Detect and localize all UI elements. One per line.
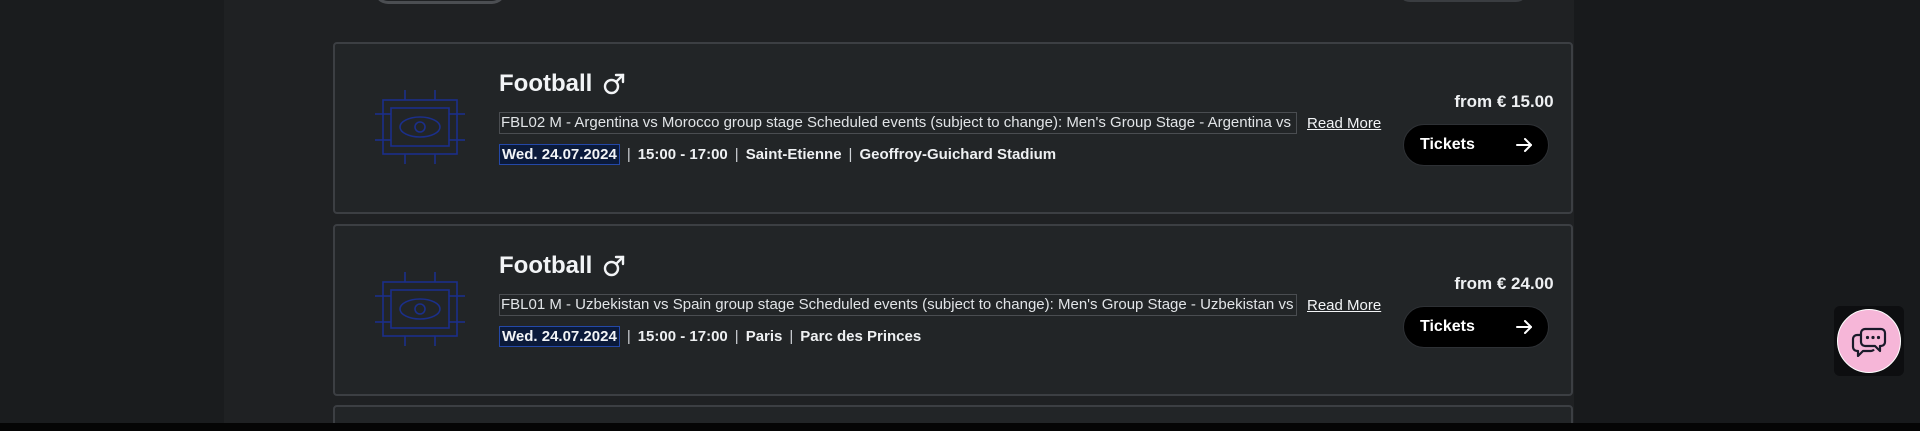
event-venue: Geoffroy-Guichard Stadium xyxy=(859,146,1057,163)
event-price: from € 24.00 xyxy=(1454,274,1554,293)
sport-title: Football xyxy=(499,252,593,279)
chat-widget xyxy=(1834,306,1904,376)
arrow-right-icon xyxy=(1516,138,1532,152)
tickets-label: Tickets xyxy=(1420,318,1475,335)
separator: | xyxy=(734,328,739,345)
chat-bubbles-icon xyxy=(1851,327,1887,357)
tickets-label: Tickets xyxy=(1420,136,1475,153)
event-price: from € 15.00 xyxy=(1454,92,1554,111)
previous-card-button-edge[interactable] xyxy=(374,0,506,4)
previous-card-tickets-edge[interactable] xyxy=(1398,0,1528,2)
sport-title-row: Football xyxy=(499,252,626,280)
read-more-link[interactable]: Read More xyxy=(1307,297,1381,314)
tickets-button[interactable]: Tickets xyxy=(1403,306,1549,348)
left-gutter xyxy=(0,0,224,431)
event-city: Paris xyxy=(745,328,783,345)
separator: | xyxy=(626,146,631,163)
tickets-button[interactable]: Tickets xyxy=(1403,124,1549,166)
stadium-icon xyxy=(375,90,465,164)
event-description: FBL01 M - Uzbekistan vs Spain group stag… xyxy=(499,294,1297,316)
event-card: Football FBL02 M - Argentina vs Morocco … xyxy=(333,42,1573,214)
separator: | xyxy=(626,328,631,345)
male-icon xyxy=(604,255,625,277)
separator: | xyxy=(789,328,794,345)
male-icon xyxy=(604,73,625,95)
description-row: FBL02 M - Argentina vs Morocco group sta… xyxy=(499,112,1381,134)
page: Football FBL02 M - Argentina vs Morocco … xyxy=(0,0,1920,431)
bottom-bar xyxy=(0,423,1920,431)
event-time: 15:00 - 17:00 xyxy=(637,146,728,163)
stadium-icon xyxy=(375,272,465,346)
sport-title: Football xyxy=(499,70,593,97)
event-description: FBL02 M - Argentina vs Morocco group sta… xyxy=(499,112,1297,134)
description-row: FBL01 M - Uzbekistan vs Spain group stag… xyxy=(499,294,1381,316)
event-time: 15:00 - 17:00 xyxy=(637,328,728,345)
sport-title-row: Football xyxy=(499,70,626,98)
read-more-link[interactable]: Read More xyxy=(1307,115,1381,132)
event-meta: Wed. 24.07.2024 | 15:00 - 17:00 | Saint-… xyxy=(499,144,1056,165)
separator: | xyxy=(848,146,853,163)
event-card: Football FBL01 M - Uzbekistan vs Spain g… xyxy=(333,224,1573,396)
event-city: Saint-Etienne xyxy=(745,146,842,163)
arrow-right-icon xyxy=(1516,320,1532,334)
chat-button[interactable] xyxy=(1837,309,1901,373)
separator: | xyxy=(734,146,739,163)
event-venue: Parc des Princes xyxy=(800,328,922,345)
event-date: Wed. 24.07.2024 xyxy=(499,144,620,165)
event-meta: Wed. 24.07.2024 | 15:00 - 17:00 | Paris … xyxy=(499,326,921,347)
event-date: Wed. 24.07.2024 xyxy=(499,326,620,347)
